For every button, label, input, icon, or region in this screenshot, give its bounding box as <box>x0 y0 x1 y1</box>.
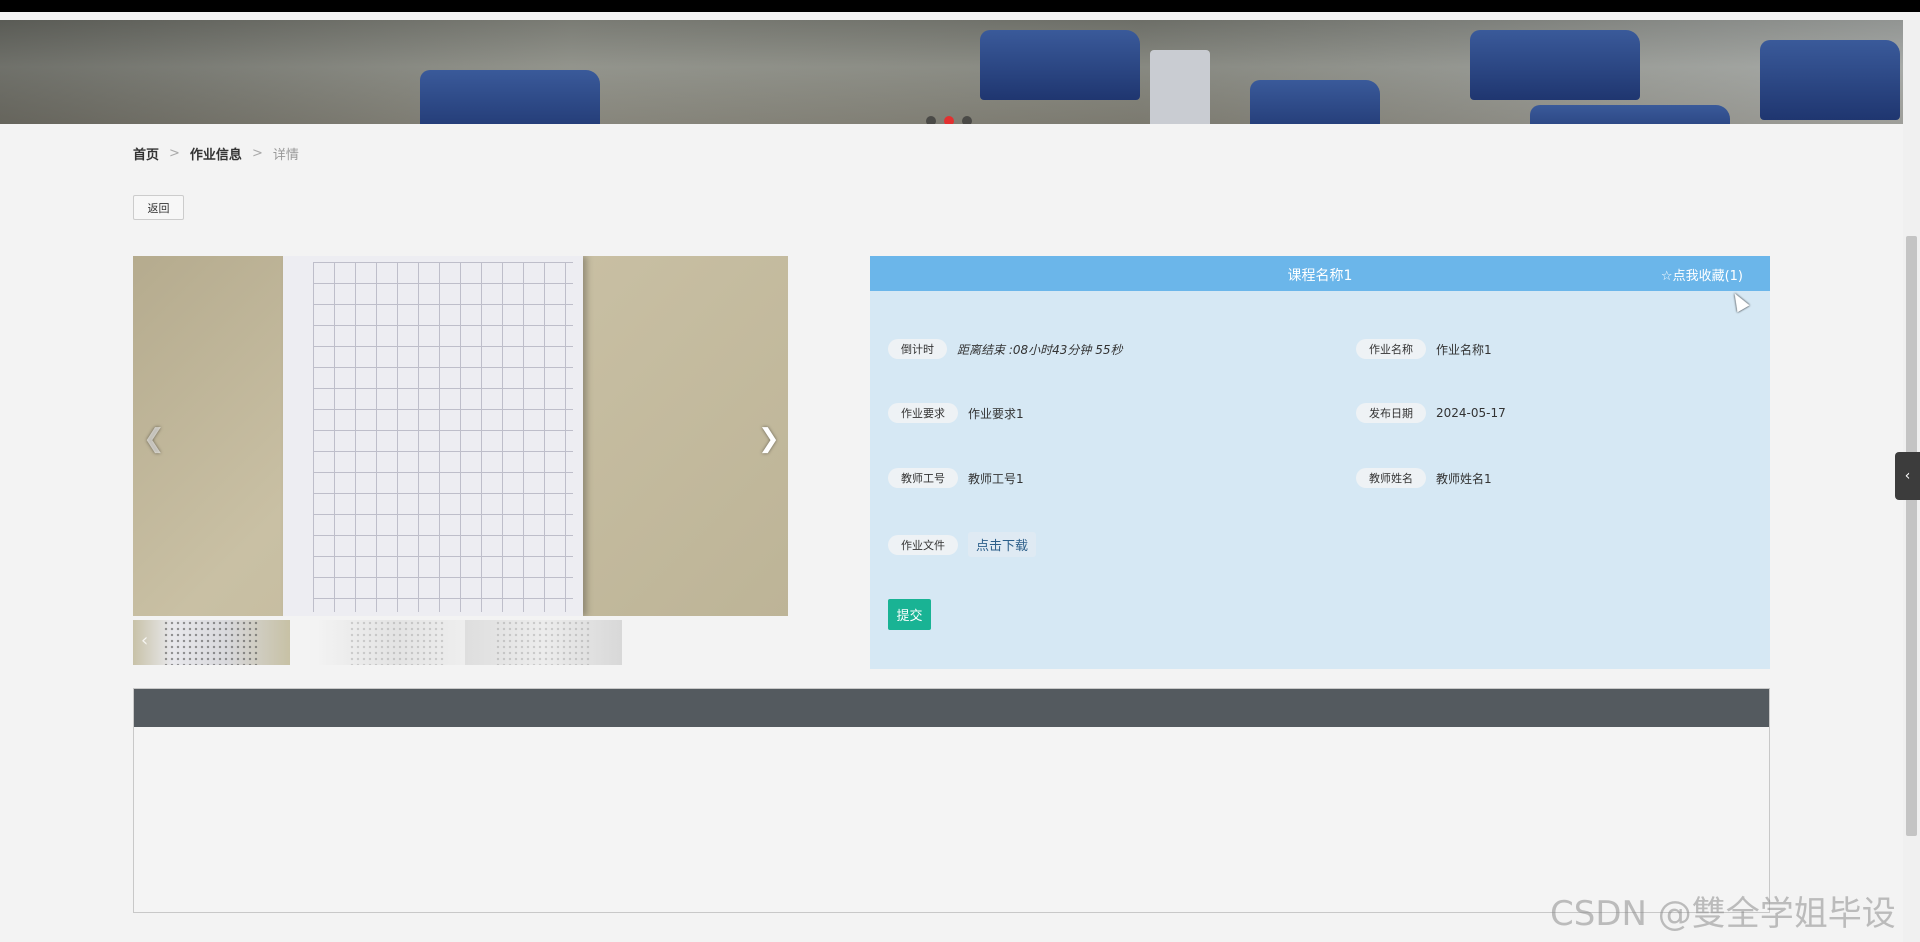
thumbnail-image <box>495 620 590 665</box>
notebook-grid <box>313 262 573 612</box>
detail-header: 课程名称1 ☆点我收藏(1) <box>870 256 1770 291</box>
side-panel-toggle[interactable]: ‹ <box>1895 452 1920 500</box>
homework-name-value: 作业名称1 <box>1436 342 1492 357</box>
thumbnail[interactable]: ‹ <box>133 620 290 665</box>
breadcrumb-home[interactable]: 首页 <box>133 144 159 163</box>
window-top-bar <box>0 0 1920 12</box>
requirement-field: 作业要求 作业要求1 <box>888 403 1024 423</box>
submit-button[interactable]: 提交 <box>888 599 931 630</box>
breadcrumb: 首页 > 作业信息 > 详情 <box>133 144 299 163</box>
breadcrumb-current: 详情 <box>272 148 299 163</box>
scrollbar-thumb[interactable] <box>1906 236 1917 836</box>
homework-name-label: 作业名称 <box>1356 339 1426 359</box>
teacher-name-value: 教师姓名1 <box>1436 471 1492 486</box>
teacher-id-label: 教师工号 <box>888 468 958 488</box>
requirement-value: 作业要求1 <box>968 406 1024 421</box>
publish-date-label: 发布日期 <box>1356 403 1426 423</box>
download-link[interactable]: 点击下载 <box>968 532 1037 557</box>
teacher-id-value: 教师工号1 <box>968 471 1024 486</box>
chevron-left-icon[interactable]: ‹ <box>141 630 148 651</box>
file-field: 作业文件 点击下载 <box>888 532 1037 557</box>
banner-chair <box>980 30 1140 100</box>
chevron-left-icon: ‹ <box>1904 468 1911 484</box>
thumbnail[interactable] <box>465 620 622 665</box>
thumbnail-image <box>349 620 444 665</box>
carousel-indicators <box>926 116 972 124</box>
homework-detail-panel: 课程名称1 ☆点我收藏(1) 倒计时 距离结束 :08小时43分钟 55秒 作业… <box>870 256 1770 669</box>
comments-section <box>133 688 1770 913</box>
banner-chair <box>1760 40 1900 120</box>
publish-date-value: 2024-05-17 <box>1436 406 1506 420</box>
countdown-field: 倒计时 距离结束 :08小时43分钟 55秒 <box>888 339 1122 359</box>
publish-date-field: 发布日期 2024-05-17 <box>1356 403 1506 423</box>
requirement-label: 作业要求 <box>888 403 958 423</box>
banner-chair <box>1530 105 1730 124</box>
banner-chair <box>1470 30 1640 100</box>
carousel-dot[interactable] <box>962 116 972 124</box>
banner-chair-frame <box>1150 50 1210 124</box>
teacher-id-field: 教师工号 教师工号1 <box>888 468 1024 488</box>
watermark: CSDN @雙全学姐毕设 <box>1550 894 1896 934</box>
countdown-value: 距离结束 :08小时43分钟 55秒 <box>957 342 1123 357</box>
file-label: 作业文件 <box>888 534 958 555</box>
back-button[interactable]: 返回 <box>133 195 184 220</box>
homework-name-field: 作业名称 作业名称1 <box>1356 339 1492 359</box>
breadcrumb-section[interactable]: 作业信息 <box>190 144 242 163</box>
homework-photo <box>283 256 583 616</box>
banner-chair <box>420 70 600 124</box>
banner-chair <box>1250 80 1380 124</box>
teacher-name-label: 教师姓名 <box>1356 468 1426 488</box>
banner-carousel[interactable] <box>0 20 1903 124</box>
thumbnail-image <box>163 620 258 665</box>
breadcrumb-separator: > <box>169 146 180 161</box>
chevron-right-icon[interactable]: ❯ <box>758 424 780 454</box>
favorite-button[interactable]: ☆点我收藏(1) <box>1661 265 1743 284</box>
chevron-left-icon[interactable]: ❮ <box>143 424 165 454</box>
carousel-dot-active[interactable] <box>944 116 954 124</box>
countdown-label: 倒计时 <box>888 339 947 359</box>
breadcrumb-separator: > <box>251 146 263 161</box>
comments-header <box>134 689 1769 727</box>
image-gallery[interactable]: ❮ ❯ <box>133 256 788 616</box>
course-title: 课程名称1 <box>1287 268 1353 284</box>
teacher-name-field: 教师姓名 教师姓名1 <box>1356 468 1492 488</box>
carousel-dot[interactable] <box>926 116 936 124</box>
thumbnail[interactable] <box>319 620 476 665</box>
